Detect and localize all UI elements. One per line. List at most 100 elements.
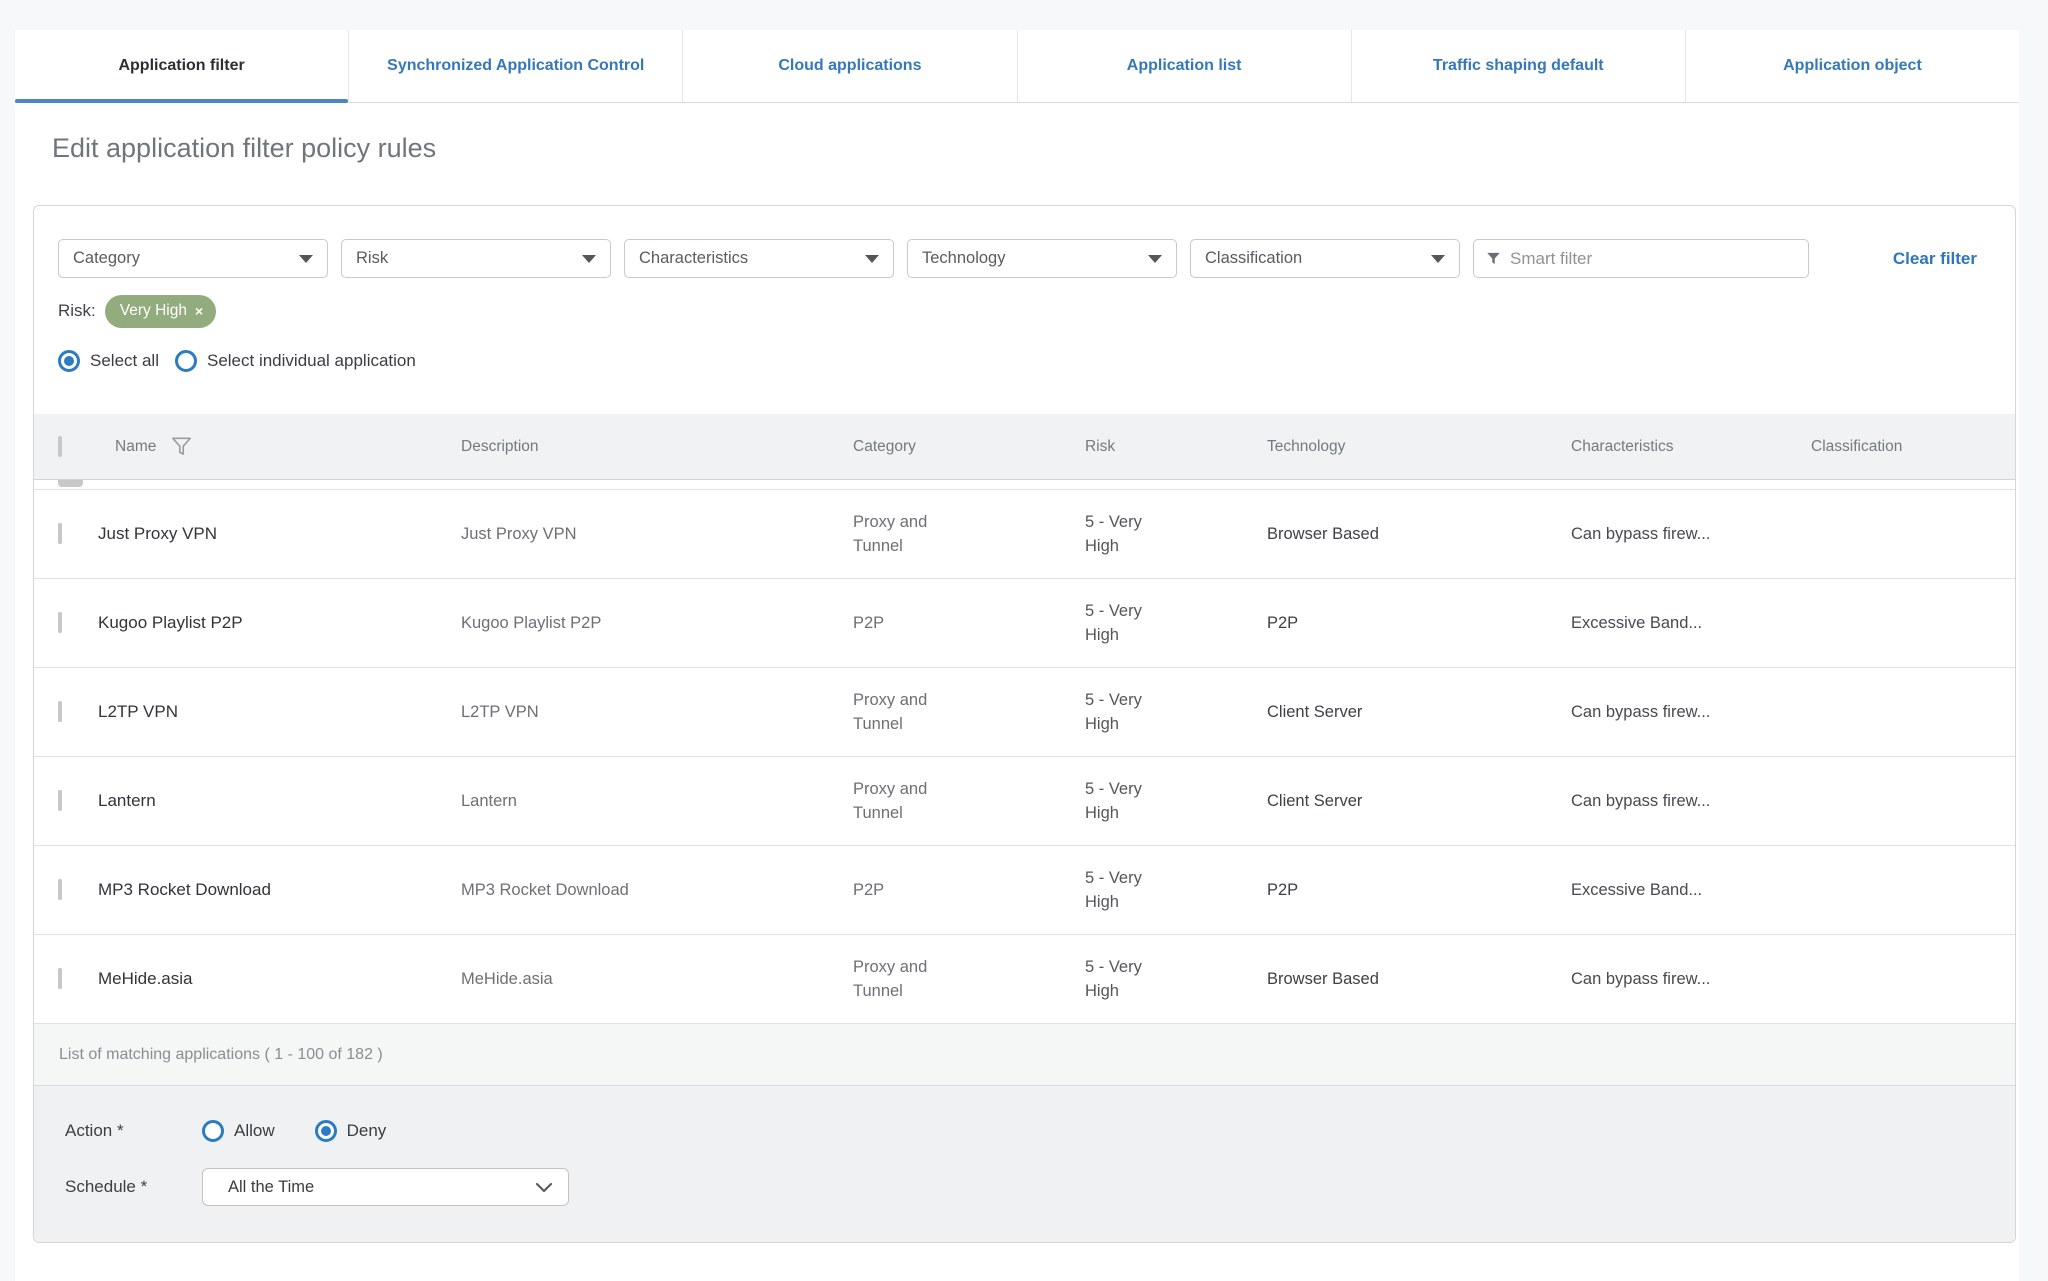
risk-filter-select[interactable]: Risk [341,239,611,278]
column-header-description: Description [461,437,539,455]
app-name: Kugoo Playlist P2P [98,613,243,632]
tab-cloud-applications[interactable]: Cloud applications [682,30,1016,102]
filter-toolbar: Category Risk Characteristics Technology… [34,206,2015,278]
row-checkbox[interactable] [58,790,62,811]
name-filter-funnel-icon[interactable] [170,435,193,458]
tab-application-list[interactable]: Application list [1016,30,1351,102]
app-name: Lantern [98,791,156,810]
matching-applications-count: List of matching applications ( 1 - 100 … [59,1045,383,1063]
selection-mode-row: Select all Select individual application [34,328,2015,373]
table-footer: List of matching applications ( 1 - 100 … [34,1024,2015,1086]
app-characteristics: Can bypass firew... [1571,524,1711,543]
app-category: P2P [853,614,885,632]
table-row: L2TP VPN L2TP VPN Proxy and Tunnel 5 - V… [34,668,2015,757]
table-row: Lantern Lantern Proxy and Tunnel 5 - Ver… [34,757,2015,846]
allow-label: Allow [234,1121,275,1140]
technology-filter-select[interactable]: Technology [907,239,1177,278]
app-characteristics: Excessive Band... [1571,613,1703,632]
risk-filter-label: Risk [356,249,389,267]
smart-filter-funnel-icon [1487,252,1500,265]
tab-application-filter[interactable]: Application filter [15,30,349,103]
characteristics-filter-label: Characteristics [639,249,749,267]
action-deny-option[interactable]: Deny [314,1120,387,1142]
schedule-select[interactable]: All the Time [202,1168,569,1206]
active-filters-row: Risk: Very High × [34,278,2015,328]
tab-bar: Application filter Synchronized Applicat… [15,30,2019,103]
app-technology: P2P [1267,613,1299,632]
category-filter-label: Category [73,249,140,267]
row-checkbox[interactable] [58,612,62,633]
app-description: MP3 Rocket Download [461,880,629,899]
app-name: L2TP VPN [98,702,179,721]
deny-radio[interactable] [314,1120,337,1142]
app-characteristics: Excessive Band... [1571,880,1703,899]
select-all-checkbox[interactable] [58,435,62,457]
tab-traffic-shaping-default[interactable]: Traffic shaping default [1350,30,1685,102]
row-checkbox[interactable] [58,879,62,900]
smart-filter-input[interactable] [1510,248,1796,269]
app-technology: Browser Based [1267,524,1379,543]
chip-remove-icon[interactable]: × [195,304,203,318]
app-category: Proxy and Tunnel [853,958,928,1000]
risk-very-high-chip: Very High × [104,294,217,328]
column-header-risk: Risk [1085,437,1116,455]
table-header: Name Description Category Risk Technolog… [34,414,2015,480]
caret-down-icon [865,254,879,263]
app-description: MeHide.asia [461,969,553,988]
policy-rules-panel: Category Risk Characteristics Technology… [33,205,2016,1243]
partial-row-checkbox [58,480,83,487]
row-checkbox[interactable] [58,968,62,989]
caret-down-icon [1148,254,1162,263]
app-category: Proxy and Tunnel [853,780,928,822]
column-header-name: Name [115,437,157,455]
table-row: Just Proxy VPN Just Proxy VPN Proxy and … [34,490,2015,579]
app-characteristics: Can bypass firew... [1571,969,1711,988]
action-label: Action * [65,1121,124,1140]
app-description: Kugoo Playlist P2P [461,613,602,632]
table-body: Just Proxy VPN Just Proxy VPN Proxy and … [34,490,2015,1024]
select-individual-label: Select individual application [206,351,416,370]
app-characteristics: Can bypass firew... [1571,702,1711,721]
app-description: L2TP VPN [461,702,539,721]
app-characteristics: Can bypass firew... [1571,791,1711,810]
row-checkbox[interactable] [58,523,62,544]
app-name: Just Proxy VPN [98,524,218,543]
app-risk: 5 - Very High [1085,602,1142,644]
select-individual-radio[interactable] [174,350,197,372]
app-technology: Client Server [1267,702,1363,721]
main-content: Edit application filter policy rules Cat… [15,103,2019,1281]
select-all-radio[interactable] [58,350,80,372]
caret-down-icon [299,254,313,263]
partial-scrolled-row [34,480,2015,490]
schedule-label: Schedule * [65,1177,148,1196]
app-description: Lantern [461,791,517,810]
column-header-classification: Classification [1811,437,1903,455]
characteristics-filter-select[interactable]: Characteristics [624,239,894,278]
chip-text: Very High [119,302,187,319]
page-title: Edit application filter policy rules [52,133,437,163]
row-checkbox[interactable] [58,701,62,722]
tab-application-object[interactable]: Application object [1684,30,2019,102]
column-header-characteristics: Characteristics [1571,437,1674,455]
app-risk: 5 - Very High [1085,780,1142,822]
smart-filter-box [1473,239,1809,278]
table-row: MeHide.asia MeHide.asia Proxy and Tunnel… [34,935,2015,1024]
allow-radio[interactable] [202,1120,224,1142]
app-category: P2P [853,881,885,899]
select-all-option[interactable]: Select all [58,350,159,372]
column-header-technology: Technology [1267,437,1346,455]
app-technology: Client Server [1267,791,1363,810]
action-allow-option[interactable]: Allow [202,1120,275,1142]
clear-filter-link[interactable]: Clear filter [1893,249,1977,269]
schedule-value: All the Time [228,1177,315,1196]
tab-synchronized-application-control[interactable]: Synchronized Application Control [348,30,682,102]
app-technology: Browser Based [1267,969,1379,988]
select-all-label: Select all [90,351,159,370]
schedule-row: Schedule * All the Time [65,1168,1991,1206]
select-individual-option[interactable]: Select individual application [174,350,416,372]
table-row: MP3 Rocket Download MP3 Rocket Download … [34,846,2015,935]
technology-filter-label: Technology [922,249,1006,267]
deny-label: Deny [346,1121,387,1140]
category-filter-select[interactable]: Category [58,239,328,278]
classification-filter-select[interactable]: Classification [1190,239,1460,278]
